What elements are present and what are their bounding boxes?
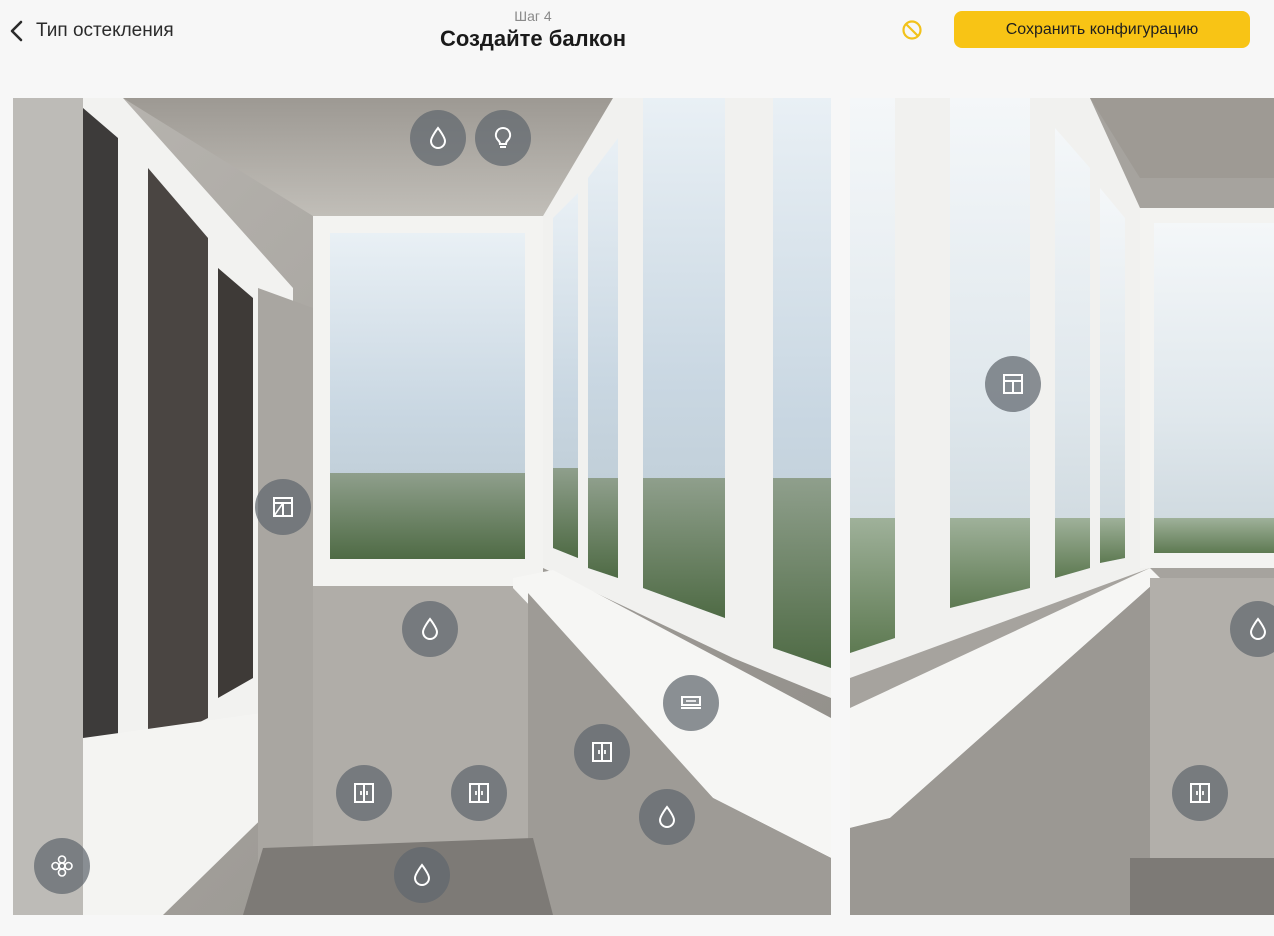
balcony-view-left bbox=[13, 98, 831, 915]
balcony-illustration-left bbox=[13, 98, 831, 915]
step-label: Шаг 4 bbox=[514, 8, 552, 24]
hotspot-cabinet-center[interactable] bbox=[451, 765, 507, 821]
hotspot-ceiling-paint[interactable] bbox=[410, 110, 466, 166]
drop-icon bbox=[421, 617, 439, 640]
balcony-view-right bbox=[850, 98, 1274, 915]
lightbulb-icon bbox=[494, 126, 512, 148]
top-bar: Тип остекления Шаг 4 Создайте балкон Сох… bbox=[0, 0, 1274, 80]
hotspot-cabinet-left[interactable] bbox=[336, 765, 392, 821]
window-frame-icon bbox=[1003, 374, 1023, 394]
title-block: Шаг 4 Создайте балкон bbox=[380, 8, 686, 52]
hotspot-side-wall-paint[interactable] bbox=[639, 789, 695, 845]
hotspot-cabinet-right[interactable] bbox=[574, 724, 630, 780]
hotspot-window-sill[interactable] bbox=[663, 675, 719, 731]
cabinet-icon bbox=[592, 742, 612, 762]
hotspot-right-cabinet[interactable] bbox=[1172, 765, 1228, 821]
hotspot-decor[interactable] bbox=[34, 838, 90, 894]
hotspot-window-frame[interactable] bbox=[985, 356, 1041, 412]
chevron-left-icon bbox=[10, 20, 23, 42]
hotspot-wall-paint[interactable] bbox=[402, 601, 458, 657]
drop-icon bbox=[1249, 617, 1267, 640]
sill-icon bbox=[681, 696, 701, 709]
drop-icon bbox=[658, 805, 676, 828]
hotspot-window-sash[interactable] bbox=[255, 479, 311, 535]
hotspot-lighting[interactable] bbox=[475, 110, 531, 166]
drop-icon bbox=[429, 126, 447, 149]
reset-icon[interactable] bbox=[900, 18, 924, 42]
drop-icon bbox=[413, 863, 431, 886]
window-sash-icon bbox=[273, 497, 293, 517]
page-title: Создайте балкон bbox=[439, 26, 627, 51]
hotspot-floor-paint[interactable] bbox=[394, 847, 450, 903]
cabinet-icon bbox=[1190, 783, 1210, 803]
back-button[interactable]: Тип остекления bbox=[8, 16, 174, 46]
cabinet-icon bbox=[354, 783, 374, 803]
save-configuration-button[interactable]: Сохранить конфигурацию bbox=[954, 11, 1250, 48]
cabinet-icon bbox=[469, 783, 489, 803]
flower-icon bbox=[51, 855, 73, 877]
back-label: Тип остекления bbox=[36, 20, 174, 41]
